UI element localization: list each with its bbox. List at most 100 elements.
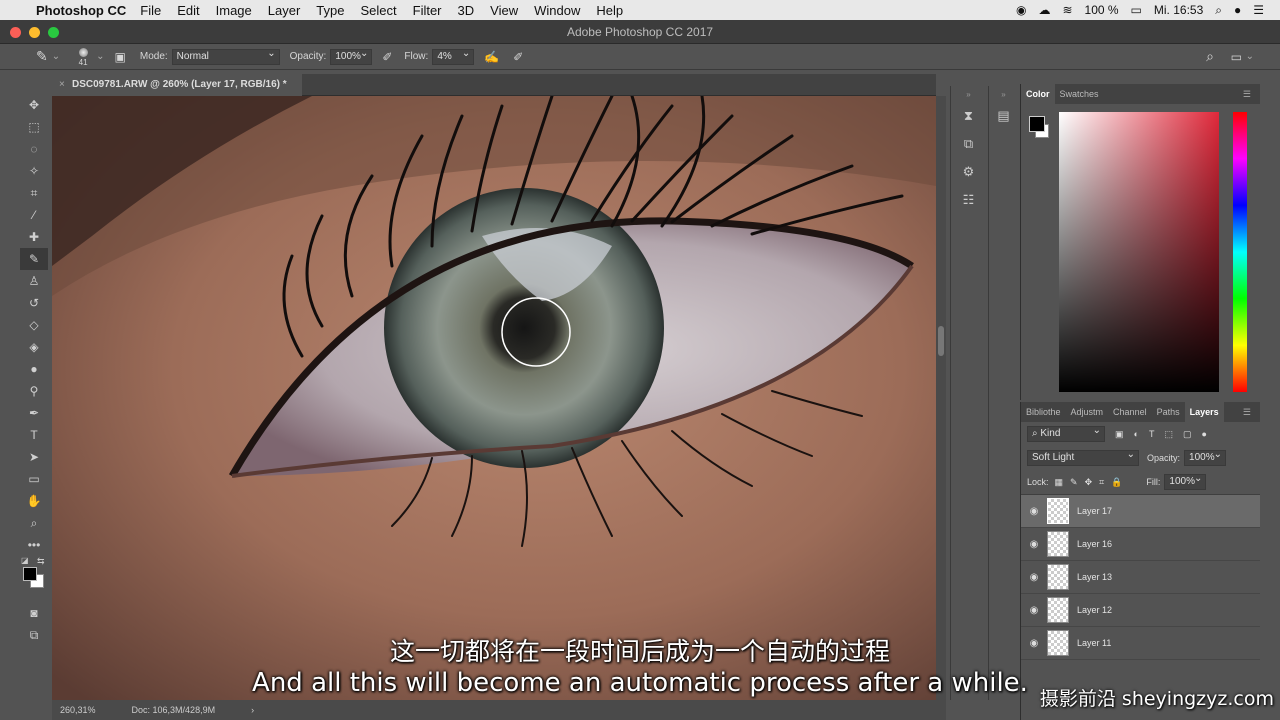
collapse-strip-icon[interactable]: » [951,86,986,102]
info-panel-icon[interactable]: ▤ [989,102,1018,130]
collapse-strip-2-icon[interactable]: » [989,86,1018,102]
record-icon[interactable]: ◉ [1016,3,1026,17]
hue-slider[interactable] [1233,112,1247,392]
pressure-opacity-icon[interactable]: ✐ [382,50,392,64]
lock-transparency-icon[interactable]: ▦ [1055,477,1064,488]
panel-foreground-swatch[interactable] [1029,116,1045,132]
layers-panel-menu-icon[interactable]: ☰ [1238,402,1256,422]
tool-preset-chevron-icon[interactable]: ⌄ [52,51,60,62]
spotlight-search-icon[interactable]: ⌕ [1215,3,1222,18]
history-panel-icon[interactable]: ⧗ [951,102,986,130]
document-tab[interactable]: × DSC09781.ARW @ 260% (Layer 17, RGB/16)… [52,74,302,96]
foreground-color-swatch[interactable] [23,567,37,581]
workspace-chevron-icon[interactable]: ⌄ [1246,51,1254,62]
filter-adjustment-icon[interactable]: ◐ [1134,429,1139,439]
move-tool-icon[interactable]: ✥ [20,94,48,116]
eyedropper-tool-icon[interactable]: ⁄ [20,204,48,226]
fill-field[interactable]: 100% [1164,472,1207,490]
zoom-tool-icon[interactable]: ⌕ [20,512,48,534]
lock-position-icon[interactable]: ✥ [1085,477,1093,488]
marquee-tool-icon[interactable]: ⬚ [20,116,48,138]
menu-help[interactable]: Help [596,3,623,18]
tab-color[interactable]: Color [1021,84,1055,104]
wifi-icon[interactable]: ≋ [1062,3,1072,17]
brush-panel-toggle-icon[interactable]: ▣ [115,50,126,64]
blend-mode-dropdown[interactable]: Soft Light [1027,448,1139,466]
menu-edit[interactable]: Edit [177,3,199,18]
filter-pixel-icon[interactable]: ▣ [1115,429,1124,440]
tab-adjustments[interactable]: Adjustm [1066,402,1109,422]
path-selection-tool-icon[interactable]: ➤ [20,446,48,468]
layer-filter-dropdown[interactable]: ⌕ Kind [1027,424,1105,442]
visibility-eye-icon[interactable]: ◉ [1021,605,1047,616]
minimize-window-button[interactable] [29,27,40,38]
search-icon[interactable]: ⌕ [1206,48,1214,65]
rectangle-tool-icon[interactable]: ▭ [20,468,48,490]
menu-image[interactable]: Image [216,3,252,18]
tab-layers[interactable]: Layers [1184,402,1224,422]
tab-libraries[interactable]: Bibliothe [1021,402,1066,422]
opacity-field[interactable]: 100% [330,47,373,65]
properties-panel-icon[interactable]: ⚙ [951,158,986,186]
color-saturation-field[interactable] [1059,112,1219,392]
pen-tool-icon[interactable]: ✒ [20,402,48,424]
layer-row[interactable]: ◉ Layer 16 [1021,528,1260,561]
filter-shape-icon[interactable]: ⬚ [1164,429,1173,440]
notification-list-icon[interactable]: ☰ [1253,3,1264,17]
workspace-icon[interactable]: ▭ [1231,50,1242,64]
close-window-button[interactable] [10,27,21,38]
menu-file[interactable]: File [140,3,161,18]
status-menu-chevron-icon[interactable]: › [251,705,254,715]
type-tool-icon[interactable]: T [20,424,48,446]
layer-row[interactable]: ◉ Layer 13 [1021,561,1260,594]
layer-row[interactable]: ◉ Layer 12 [1021,594,1260,627]
cloud-icon[interactable]: ☁ [1038,3,1050,17]
hand-tool-icon[interactable]: ✋ [20,490,48,512]
airbrush-icon[interactable]: ✍ [484,50,499,64]
quick-mask-icon[interactable]: ◙ [20,602,48,624]
filter-smart-object-icon[interactable]: ▢ [1183,429,1192,440]
brush-preset-picker[interactable]: 41 [74,46,92,68]
canvas-vertical-scrollbar[interactable] [936,96,946,700]
document-canvas[interactable] [52,96,936,700]
brush-preset-chevron-icon[interactable]: ⌄ [96,51,104,62]
clone-stamp-tool-icon[interactable]: ♙ [20,270,48,292]
menu-app-name[interactable]: Photoshop CC [36,3,126,18]
menu-window[interactable]: Window [534,3,580,18]
healing-brush-tool-icon[interactable]: ✚ [20,226,48,248]
dodge-tool-icon[interactable]: ⚲ [20,380,48,402]
visibility-eye-icon[interactable]: ◉ [1021,506,1047,517]
battery-text[interactable]: 100 % [1085,3,1119,17]
more-tools-icon[interactable]: ••• [20,534,48,556]
close-tab-icon[interactable]: × [59,74,65,96]
filter-type-icon[interactable]: T [1149,429,1155,439]
lock-pixels-icon[interactable]: ✎ [1070,477,1078,488]
siri-icon[interactable]: ● [1234,3,1241,17]
crop-tool-icon[interactable]: ⌗ [20,182,48,204]
eraser-tool-icon[interactable]: ◇ [20,314,48,336]
brush-tool-icon[interactable]: ✎ [20,248,48,270]
history-brush-tool-icon[interactable]: ↺ [20,292,48,314]
tab-swatches[interactable]: Swatches [1055,84,1104,104]
lasso-tool-icon[interactable]: ◌ [20,138,48,160]
menu-select[interactable]: Select [360,3,396,18]
color-panel-menu-icon[interactable]: ☰ [1238,84,1256,104]
scrollbar-thumb[interactable] [938,326,944,356]
clock[interactable]: Mi. 16:53 [1154,3,1203,17]
pressure-size-icon[interactable]: ✐ [513,50,523,64]
zoom-level[interactable]: 260,31% [60,705,96,715]
menu-3d[interactable]: 3D [458,3,475,18]
swap-colors-icon[interactable]: ⇆ [37,556,45,567]
default-colors-icon[interactable]: ◪ [21,556,29,565]
flow-field[interactable]: 4% [432,47,475,65]
clone-source-panel-icon[interactable]: ⧉ [951,130,986,158]
visibility-eye-icon[interactable]: ◉ [1021,572,1047,583]
adjustments-sliders-icon[interactable]: ☷ [951,186,986,214]
layer-row[interactable]: ◉ Layer 17 [1021,495,1260,528]
paint-bucket-tool-icon[interactable]: ◈ [20,336,48,358]
mode-dropdown[interactable]: Normal [171,47,280,65]
lock-artboard-icon[interactable]: ⌗ [1099,477,1104,488]
brush-tool-icon[interactable]: ✎ [36,48,48,65]
visibility-eye-icon[interactable]: ◉ [1021,539,1047,550]
layer-opacity-field[interactable]: 100% [1184,448,1227,466]
